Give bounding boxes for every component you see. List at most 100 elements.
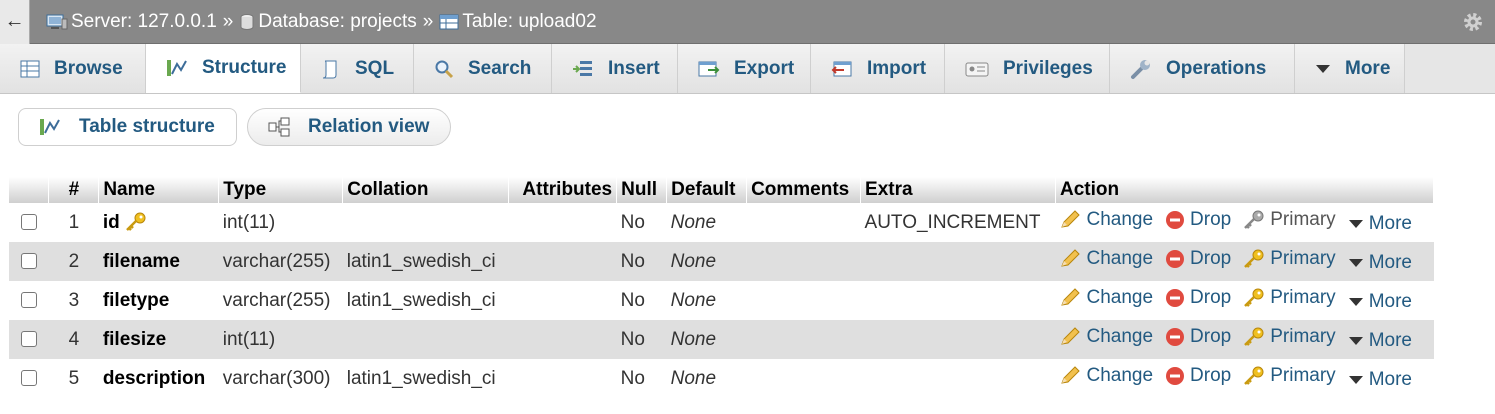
row-checkbox-cell xyxy=(9,242,49,281)
column-comments xyxy=(747,359,861,398)
change-action[interactable]: Change xyxy=(1059,287,1153,309)
row-checkbox[interactable] xyxy=(20,331,37,348)
row-checkbox[interactable] xyxy=(20,292,37,309)
more-action[interactable]: More xyxy=(1348,369,1412,391)
gear-icon[interactable] xyxy=(1461,10,1485,34)
change-label: Change xyxy=(1086,287,1154,308)
tab-export-label: Export xyxy=(734,57,795,79)
header-attributes[interactable]: Attributes xyxy=(508,177,618,203)
primary-key-icon xyxy=(125,212,147,232)
header-comments[interactable]: Comments xyxy=(746,177,862,203)
more-action[interactable]: More xyxy=(1348,213,1412,235)
change-label: Change xyxy=(1086,365,1154,386)
row-checkbox[interactable] xyxy=(20,253,37,270)
tab-privileges[interactable]: Privileges xyxy=(945,44,1110,93)
breadcrumb-server[interactable]: Server: 127.0.0.1 xyxy=(46,11,217,33)
structure-subnav: Table structure Relation view xyxy=(18,108,461,146)
more-action[interactable]: More xyxy=(1348,291,1412,313)
primary-action[interactable]: Primary xyxy=(1243,209,1336,231)
header-null[interactable]: Null xyxy=(616,177,668,203)
column-default: None xyxy=(666,320,747,359)
column-comments xyxy=(746,320,861,359)
table-row: 5 description varchar(300) latin1_swedish_c… xyxy=(9,359,1434,398)
more-action[interactable]: More xyxy=(1348,252,1412,274)
primary-action[interactable]: Primary xyxy=(1243,248,1336,270)
tab-structure[interactable]: Structure xyxy=(146,44,301,93)
table-row: 3 filetype varchar(255) latin1_swedish_ci No… xyxy=(9,281,1434,320)
change-action[interactable]: Change xyxy=(1059,248,1153,270)
column-type: varchar(300) xyxy=(222,367,331,389)
breadcrumb-database[interactable]: Database: projects xyxy=(239,11,417,33)
change-action[interactable]: Change xyxy=(1059,365,1153,387)
caret-down-icon xyxy=(1348,374,1364,386)
primary-action[interactable]: Primary xyxy=(1243,365,1336,387)
row-number: 4 xyxy=(48,320,99,359)
column-collation xyxy=(342,320,509,359)
caret-down-icon xyxy=(1315,63,1331,75)
table-icon xyxy=(439,13,459,31)
column-name: id xyxy=(102,211,120,233)
primary-action[interactable]: Primary xyxy=(1243,287,1336,309)
tab-more[interactable]: More xyxy=(1295,44,1405,93)
tab-search[interactable]: Search xyxy=(414,44,552,93)
row-checkbox-cell xyxy=(9,203,49,242)
header-collation[interactable]: Collation xyxy=(342,177,510,203)
tab-export[interactable]: Export xyxy=(678,44,811,93)
column-name: filetype xyxy=(102,289,170,311)
column-type: int(11) xyxy=(222,211,276,233)
tab-browse-label: Browse xyxy=(54,57,123,79)
header-default[interactable]: Default xyxy=(666,177,748,203)
primary-key-icon xyxy=(1243,327,1265,347)
change-action[interactable]: Change xyxy=(1059,209,1153,231)
caret-down-icon xyxy=(1348,296,1364,308)
tab-insert[interactable]: Insert xyxy=(552,44,678,93)
search-icon xyxy=(434,59,454,79)
table-structure-button[interactable]: Table structure xyxy=(18,108,237,146)
change-label: Change xyxy=(1086,248,1154,269)
drop-action[interactable]: Drop xyxy=(1165,248,1231,270)
relation-view-label: Relation view xyxy=(308,116,430,137)
relation-view-button[interactable]: Relation view xyxy=(247,108,451,146)
header-num[interactable]: # xyxy=(48,177,100,203)
header-extra[interactable]: Extra xyxy=(860,177,1056,203)
drop-action[interactable]: Drop xyxy=(1165,209,1231,231)
change-action[interactable]: Change xyxy=(1059,326,1153,348)
tab-browse[interactable]: Browse xyxy=(0,44,146,93)
tab-more-label: More xyxy=(1345,57,1391,79)
column-name: filename xyxy=(102,250,180,272)
wrench-icon xyxy=(1130,58,1152,80)
more-action[interactable]: More xyxy=(1348,330,1412,352)
drop-label: Drop xyxy=(1190,365,1232,386)
drop-action[interactable]: Drop xyxy=(1165,365,1231,387)
drop-action[interactable]: Drop xyxy=(1165,326,1231,348)
tab-import[interactable]: Import xyxy=(811,44,945,93)
drop-label: Drop xyxy=(1190,209,1232,230)
breadcrumb-separator: » xyxy=(222,10,234,32)
more-label: More xyxy=(1368,330,1412,351)
pencil-icon xyxy=(1059,327,1081,347)
row-actions: Change Drop Primary More xyxy=(1055,203,1433,242)
tab-sql[interactable]: SQL xyxy=(301,44,414,93)
primary-action[interactable]: Primary xyxy=(1243,326,1336,348)
row-checkbox[interactable] xyxy=(20,370,37,387)
row-number: 5 xyxy=(68,367,80,389)
table-row: 1 id int(11) No None AUTO_INCREMENT Change Dro… xyxy=(9,203,1434,242)
header-name[interactable]: Name xyxy=(98,177,220,203)
column-default: None xyxy=(670,367,717,389)
more-label: More xyxy=(1368,252,1412,273)
column-type: int(11) xyxy=(218,320,343,359)
row-checkbox[interactable] xyxy=(20,214,37,231)
breadcrumb-table[interactable]: Table: upload02 xyxy=(439,11,597,33)
structure-icon xyxy=(39,118,61,136)
column-type: varchar(255) xyxy=(222,289,331,311)
tab-operations[interactable]: Operations xyxy=(1110,44,1295,93)
primary-label: Primary xyxy=(1270,287,1336,308)
back-arrow-icon[interactable]: ← xyxy=(0,0,30,44)
row-number: 2 xyxy=(48,242,99,281)
drop-action[interactable]: Drop xyxy=(1165,287,1231,309)
drop-icon xyxy=(1165,288,1185,308)
tab-privileges-label: Privileges xyxy=(1003,57,1093,79)
column-null: No xyxy=(620,367,645,389)
header-type[interactable]: Type xyxy=(218,177,344,203)
column-null: No xyxy=(616,242,667,281)
